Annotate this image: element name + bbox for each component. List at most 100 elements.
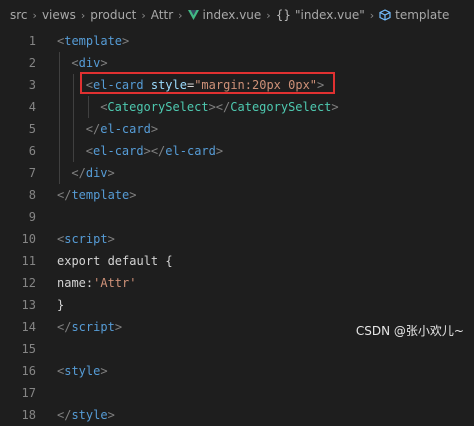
code-token: >: [150, 122, 159, 136]
code-line[interactable]: 4 <CategorySelect></CategorySelect>: [0, 96, 474, 118]
code-text: </template>: [57, 184, 136, 206]
code-text: <style>: [57, 360, 108, 382]
code-text: </el-card>: [86, 118, 158, 140]
code-text: <template>: [57, 30, 129, 52]
code-line[interactable]: 1 <template>: [0, 30, 474, 52]
code-token: script: [71, 320, 115, 334]
code-line[interactable]: 16 <style>: [0, 360, 474, 382]
code-token: div: [85, 166, 108, 180]
indent-guide: [59, 52, 60, 74]
code-token: el-card: [165, 144, 216, 158]
line-number: 10: [21, 232, 36, 246]
code-line[interactable]: 12 name:'Attr': [0, 272, 474, 294]
indent-guide: [73, 74, 75, 96]
code-token: el-card: [100, 122, 151, 136]
code-token: >: [114, 320, 123, 334]
code-token: name:: [57, 276, 94, 290]
line-number: 1: [28, 34, 36, 48]
code-text: <el-card></el-card>: [86, 140, 223, 162]
breadcrumb-file[interactable]: index.vue: [203, 8, 262, 22]
breadcrumb-src[interactable]: src: [10, 8, 28, 22]
code-line[interactable]: 6 <el-card></el-card>: [0, 140, 474, 162]
code-token: CategorySelect: [230, 100, 332, 114]
highlight-box: [80, 72, 335, 94]
code-token: ></: [208, 100, 231, 114]
code-line[interactable]: 15: [0, 338, 474, 360]
watermark: CSDN @张小欢儿~: [355, 324, 464, 338]
line-number: 3: [28, 78, 36, 92]
breadcrumb-object[interactable]: "index.vue": [295, 8, 365, 22]
indent-guide: [87, 96, 89, 118]
object-braces-icon: {}: [275, 8, 291, 22]
code-token: template: [71, 188, 130, 202]
breadcrumb-attr[interactable]: Attr: [151, 8, 173, 22]
line-number: 14: [21, 320, 36, 334]
code-token: </: [71, 166, 86, 180]
chevron-right-icon: ›: [141, 8, 146, 22]
breadcrumb: src › views › product › Attr › index.vue…: [0, 0, 474, 30]
code-text: </style>: [57, 404, 115, 426]
code-text: <div>: [71, 52, 107, 74]
indent-guide: [73, 140, 75, 162]
breadcrumb-section[interactable]: template: [395, 8, 449, 22]
code-line[interactable]: 7 </div>: [0, 162, 474, 184]
code-token: </: [85, 122, 101, 136]
code-token: <: [57, 364, 65, 378]
code-text: <CategorySelect></CategorySelect>: [100, 96, 338, 118]
breadcrumb-views[interactable]: views: [42, 8, 76, 22]
chevron-right-icon: ›: [80, 8, 86, 22]
code-token: CategorySelect: [107, 100, 209, 114]
code-line[interactable]: 5 </el-card>: [0, 118, 474, 140]
code-token: }: [57, 298, 65, 312]
indent-guide: [59, 118, 60, 140]
code-token: >: [122, 34, 130, 48]
code-token: export default {: [57, 254, 173, 268]
code-text: export default {: [57, 250, 173, 272]
code-token: </: [57, 320, 72, 334]
line-number: 18: [21, 408, 36, 422]
code-line[interactable]: 8 </template>: [0, 184, 474, 206]
chevron-right-icon: ›: [178, 8, 183, 22]
code-text: name:'Attr': [57, 272, 136, 294]
line-number: 5: [28, 122, 36, 136]
code-token: <: [71, 56, 79, 70]
code-line[interactable]: 2 <div>: [0, 52, 474, 74]
code-text: </script>: [57, 316, 122, 338]
indent-guide: [73, 96, 75, 118]
code-token: >: [331, 100, 339, 114]
code-token: >: [215, 144, 224, 158]
code-token: <: [85, 144, 94, 158]
code-text: }: [57, 294, 64, 316]
line-number: 15: [21, 342, 36, 356]
line-number: 9: [28, 210, 36, 224]
indent-guide: [59, 74, 60, 96]
chevron-right-icon: ›: [369, 8, 375, 22]
code-token: style: [64, 364, 101, 378]
code-text: </div>: [71, 162, 114, 184]
code-token: >: [107, 166, 115, 180]
indent-guide: [73, 118, 75, 140]
code-line[interactable]: 9: [0, 206, 474, 228]
chevron-right-icon: ›: [266, 8, 271, 22]
code-token: >: [100, 364, 108, 378]
code-line[interactable]: 13}: [0, 294, 474, 316]
code-token: 'Attr': [93, 276, 137, 290]
line-number: 12: [21, 276, 36, 290]
code-token: script: [64, 232, 108, 246]
line-number: 16: [21, 364, 36, 378]
code-line[interactable]: 18 </style>: [0, 404, 474, 426]
line-number: 17: [21, 386, 36, 400]
code-line[interactable]: 17: [0, 382, 474, 404]
code-line[interactable]: 11 export default {: [0, 250, 474, 272]
code-text: <script>: [57, 228, 115, 250]
breadcrumb-product[interactable]: product: [90, 8, 136, 22]
code-line[interactable]: 10 <script>: [0, 228, 474, 250]
indent-guide: [59, 162, 60, 184]
line-number: 6: [28, 144, 36, 158]
line-number: 7: [28, 166, 36, 180]
code-token: template: [64, 34, 123, 48]
indent-guide: [59, 140, 60, 162]
code-token: >: [107, 408, 115, 422]
line-number: 2: [28, 56, 36, 70]
code-token: </: [57, 408, 72, 422]
